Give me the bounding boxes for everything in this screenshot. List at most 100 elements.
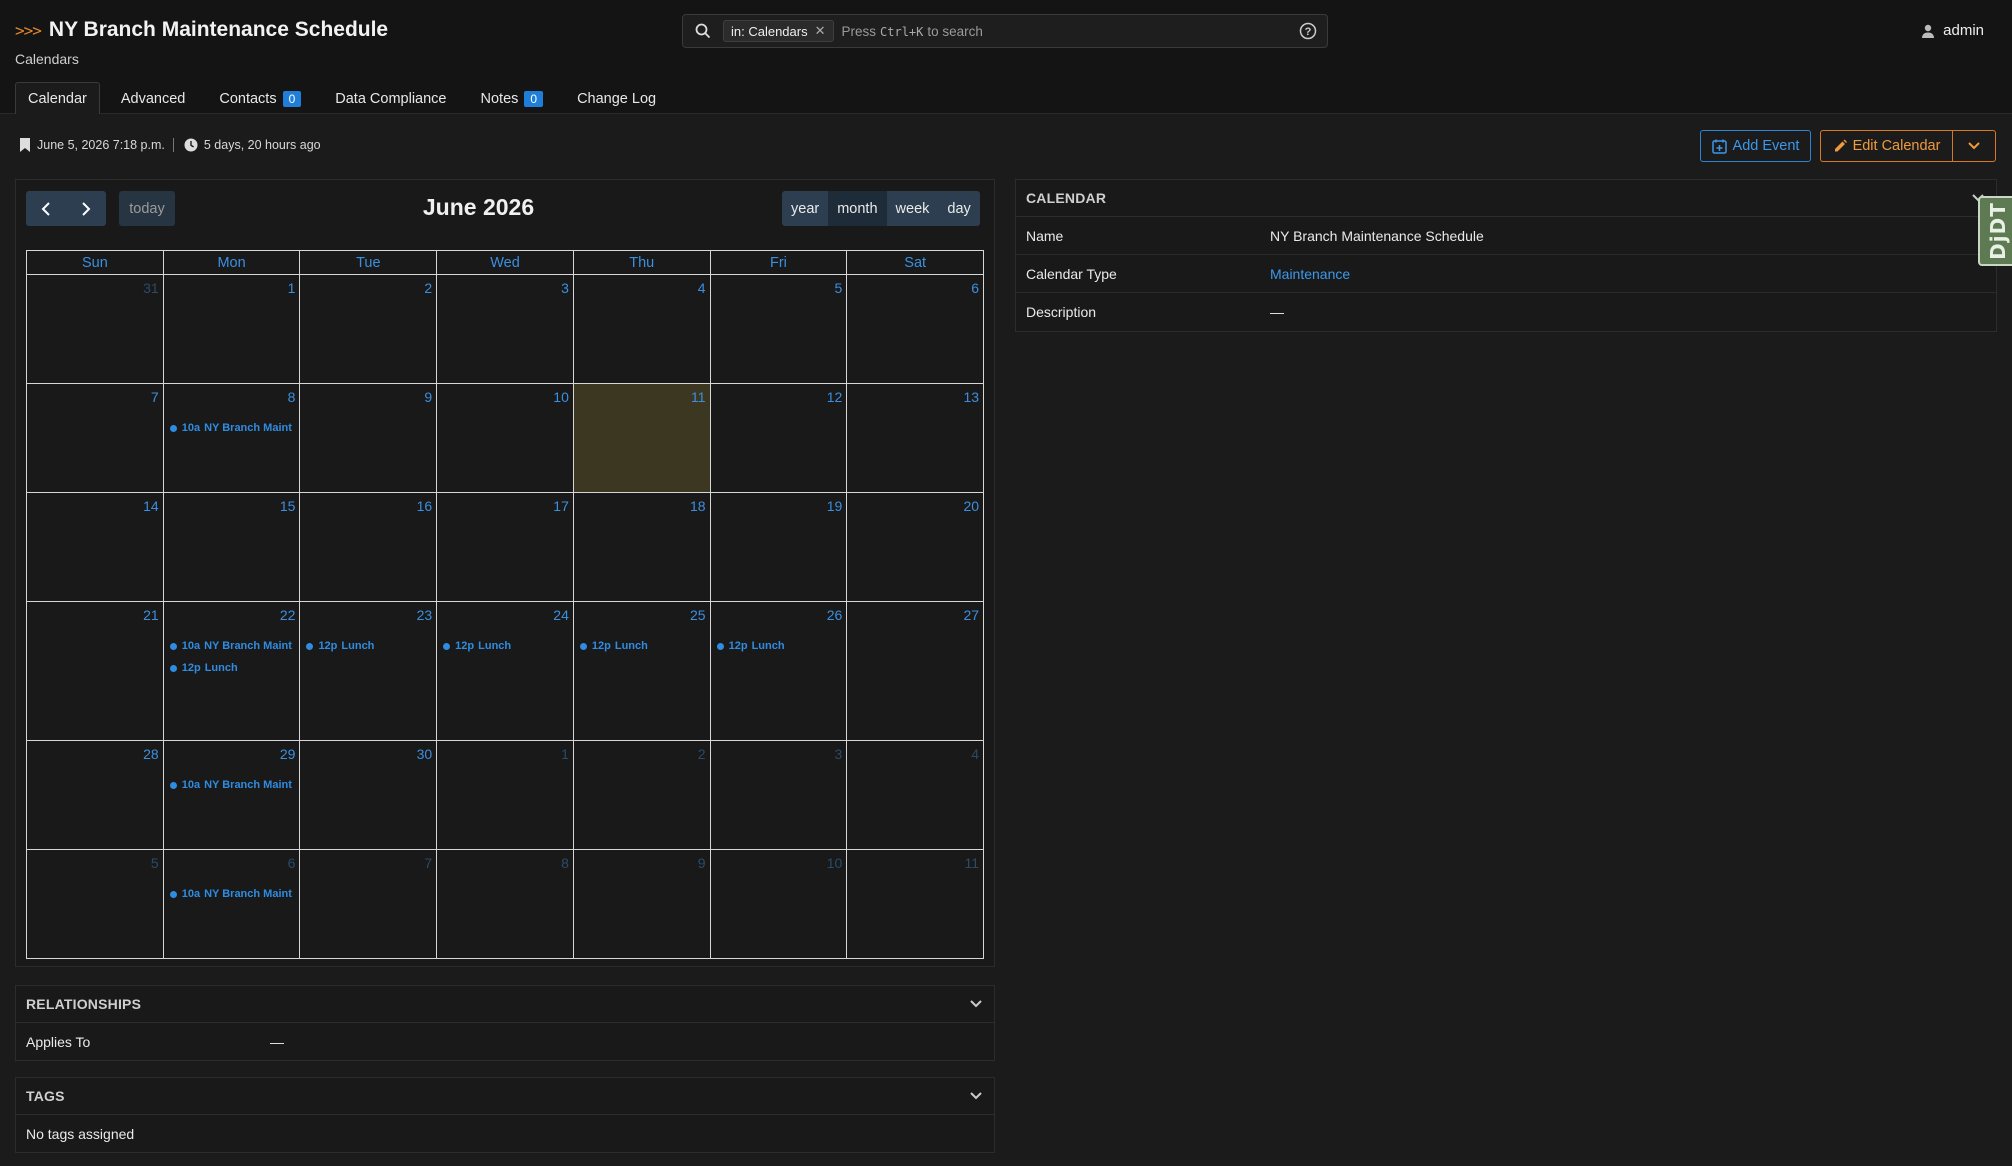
day-cell[interactable]: 4 [573,275,711,384]
day-number[interactable]: 15 [280,498,296,514]
day-number[interactable]: 14 [143,498,159,514]
day-number[interactable]: 5 [835,280,843,296]
day-cell[interactable]: 8 10a NY Branch Maint [163,384,301,493]
view-day-button[interactable]: day [938,191,980,226]
view-week-button[interactable]: week [886,191,939,226]
day-number[interactable]: 4 [971,746,979,762]
day-number[interactable]: 18 [690,498,706,514]
tab-calendar[interactable]: Calendar [15,82,100,114]
day-number[interactable]: 2 [698,746,706,762]
day-number[interactable]: 17 [553,498,569,514]
day-cell[interactable]: 10 [710,850,848,959]
day-cell[interactable]: 21 [27,602,164,741]
view-month-button[interactable]: month [828,191,887,226]
day-cell[interactable]: 9 [573,850,711,959]
day-number[interactable]: 3 [561,280,569,296]
day-cell[interactable]: 28 [27,741,164,850]
calendar-event[interactable]: 12p Lunch [579,635,710,657]
day-number[interactable]: 19 [827,498,843,514]
search-scope-chip[interactable]: in: Calendars ✕ [723,20,834,42]
day-number[interactable]: 23 [417,607,433,623]
day-cell[interactable]: 2 [573,741,711,850]
day-cell[interactable]: 31 [27,275,164,384]
day-number[interactable]: 16 [417,498,433,514]
tab-change-log[interactable]: Change Log [564,82,669,114]
breadcrumb-calendars[interactable]: Calendars [15,51,79,67]
day-number[interactable]: 31 [143,280,159,296]
day-number[interactable]: 24 [553,607,569,623]
day-number[interactable]: 6 [971,280,979,296]
user-menu[interactable]: admin [1921,22,1984,39]
day-number[interactable]: 28 [143,746,159,762]
day-number[interactable]: 5 [151,855,159,871]
day-cell[interactable]: 20 [847,493,985,602]
view-year-button[interactable]: year [782,191,829,226]
day-cell[interactable]: 14 [27,493,164,602]
day-cell[interactable]: 26 12p Lunch [710,602,848,741]
help-icon[interactable]: ? [1299,22,1317,40]
search-bar[interactable]: in: Calendars ✕ Press Ctrl+K to search ? [682,14,1328,48]
day-cell[interactable]: 13 [847,384,985,493]
search-hint[interactable]: Press Ctrl+K to search [842,24,983,39]
day-number[interactable]: 4 [698,280,706,296]
edit-calendar-button[interactable]: Edit Calendar [1820,130,1952,162]
add-event-button[interactable]: Add Event [1700,130,1811,162]
day-number[interactable]: 13 [963,389,979,405]
day-cell[interactable]: 6 [847,275,985,384]
day-number[interactable]: 8 [288,389,296,405]
day-number[interactable]: 22 [280,607,296,623]
day-cell[interactable]: 8 [437,850,574,959]
day-number[interactable]: 26 [827,607,843,623]
day-number[interactable]: 11 [691,389,706,405]
day-number[interactable]: 1 [561,746,569,762]
calendar-details-header[interactable]: CALENDAR [1016,180,1996,217]
tab-advanced[interactable]: Advanced [108,82,199,114]
day-number[interactable]: 9 [424,389,432,405]
day-number[interactable]: 10 [827,855,843,871]
day-number[interactable]: 11 [964,855,979,871]
day-cell[interactable]: 24 12p Lunch [437,602,574,741]
day-cell[interactable]: 5 [27,850,164,959]
day-number[interactable]: 8 [561,855,569,871]
day-number[interactable]: 30 [417,746,433,762]
day-cell[interactable]: 3 [710,741,848,850]
day-cell[interactable]: 5 [710,275,848,384]
chevron-down-icon[interactable] [970,1000,982,1008]
day-cell[interactable]: 16 [300,493,438,602]
day-number[interactable]: 27 [963,607,979,623]
day-cell[interactable]: 15 [163,493,301,602]
calendar-event[interactable]: 12p Lunch [306,635,436,657]
calendar-event[interactable]: 10a NY Branch Maint [169,774,300,796]
day-cell[interactable]: 29 10a NY Branch Maint [163,741,301,850]
day-cell[interactable]: 3 [437,275,574,384]
day-cell[interactable]: 7 [27,384,164,493]
day-cell[interactable]: 30 [300,741,438,850]
day-cell[interactable]: 4 [847,741,985,850]
calendar-event[interactable]: 12p Lunch [169,657,300,679]
day-cell[interactable]: 18 [573,493,711,602]
day-number[interactable]: 7 [424,855,432,871]
calendar-event[interactable]: 10a NY Branch Maint [169,883,300,905]
day-cell[interactable]: 1 [437,741,574,850]
day-cell-today[interactable]: 11 [573,384,711,493]
calendar-event[interactable]: 10a NY Branch Maint [169,417,300,439]
day-number[interactable]: 25 [690,607,706,623]
day-number[interactable]: 10 [553,389,569,405]
day-cell[interactable]: 17 [437,493,574,602]
day-cell[interactable]: 2 [300,275,438,384]
day-cell[interactable]: 25 12p Lunch [573,602,711,741]
tab-contacts[interactable]: Contacts 0 [206,82,314,114]
day-number[interactable]: 2 [424,280,432,296]
day-cell[interactable]: 6 10a NY Branch Maint [163,850,301,959]
day-cell[interactable]: 22 10a NY Branch Maint 12p Lunch [163,602,301,741]
day-cell[interactable]: 10 [437,384,574,493]
day-number[interactable]: 1 [288,280,296,296]
calendar-event[interactable]: 12p Lunch [443,635,573,657]
day-cell[interactable]: 11 [847,850,985,959]
relationships-header[interactable]: RELATIONSHIPS [16,986,994,1023]
tags-header[interactable]: TAGS [16,1078,994,1115]
day-number[interactable]: 3 [835,746,843,762]
calendar-event[interactable]: 12p Lunch [716,635,847,657]
day-cell[interactable]: 1 [163,275,301,384]
day-number[interactable]: 21 [143,607,159,623]
